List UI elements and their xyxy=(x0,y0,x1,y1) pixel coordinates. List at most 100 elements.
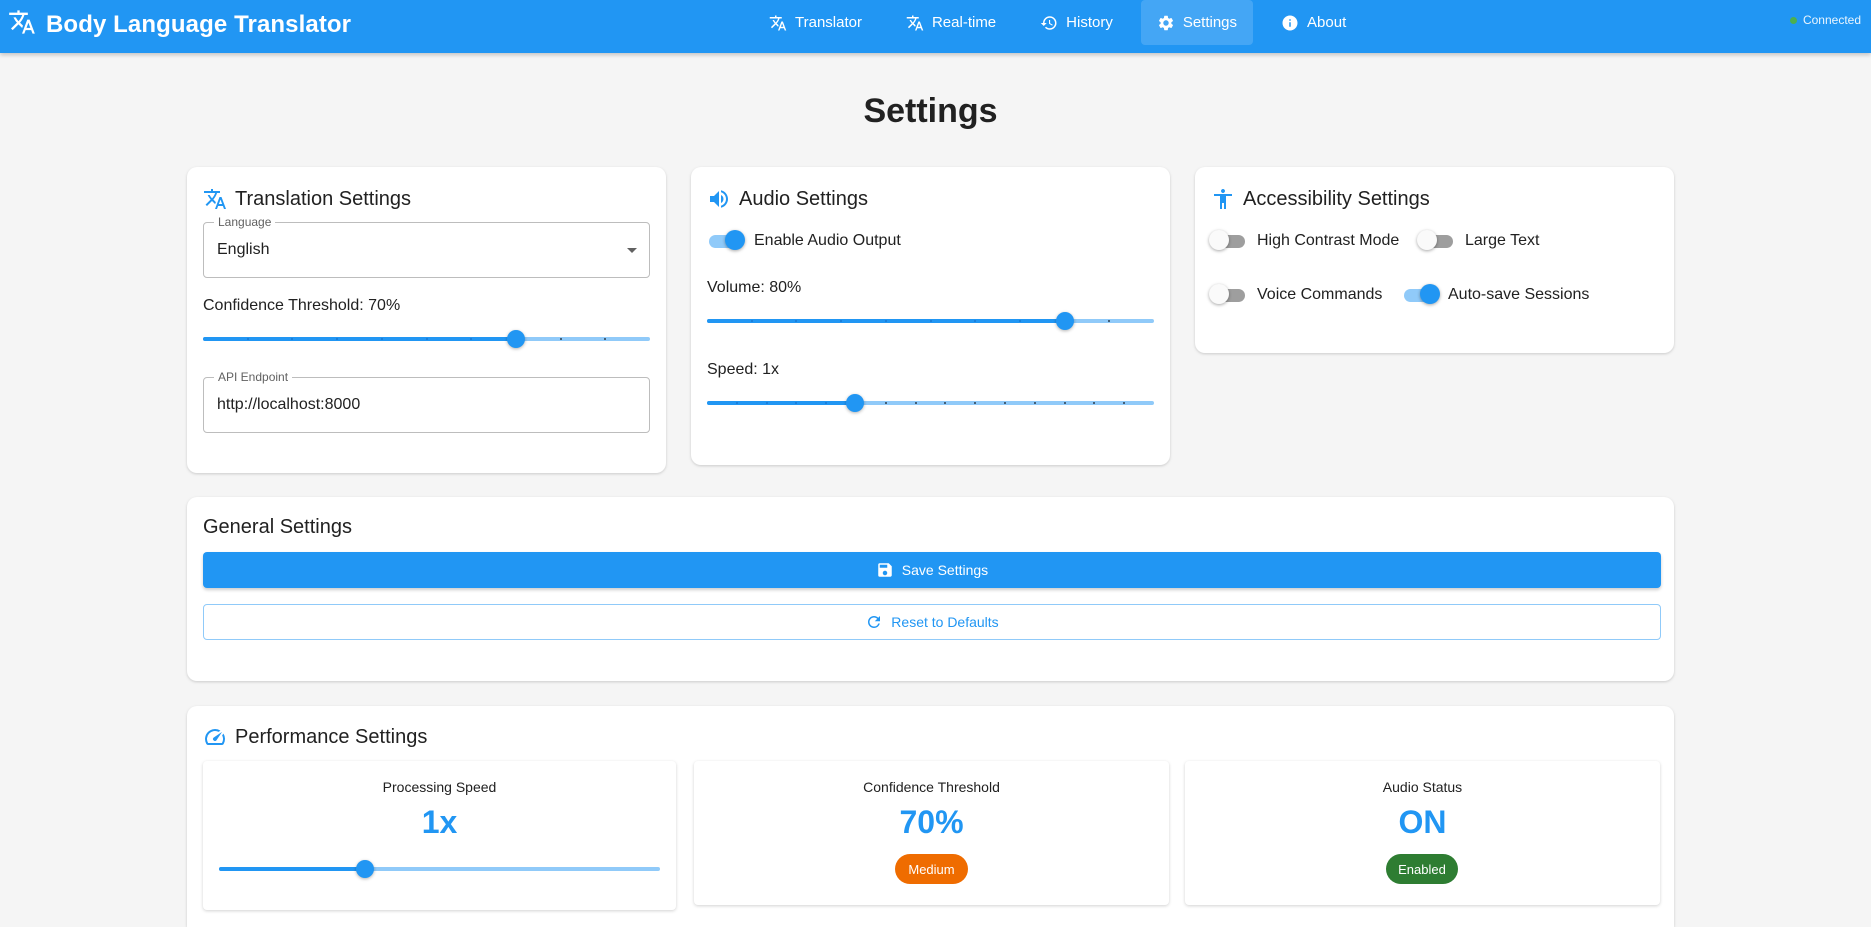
high-contrast-label: High Contrast Mode xyxy=(1257,232,1400,249)
confidence-threshold-title: Confidence Threshold xyxy=(863,779,1000,795)
translation-settings-heading: Translation Settings xyxy=(203,187,411,211)
slider-thumb[interactable] xyxy=(846,394,864,412)
slider-thumb[interactable] xyxy=(356,860,374,878)
refresh-icon xyxy=(868,616,881,628)
audio-settings-title: Audio Settings xyxy=(739,187,868,210)
confidence-threshold-label: Confidence Threshold: 70% xyxy=(203,297,401,314)
general-settings-title: General Settings xyxy=(203,516,352,538)
slider-tick xyxy=(247,338,249,340)
volume-icon xyxy=(710,190,728,208)
voice-commands-label: Voice Commands xyxy=(1257,286,1383,303)
slider-tick xyxy=(1123,402,1125,404)
api-endpoint-value: http://localhost:8000 xyxy=(217,396,361,413)
audio-settings-card: Audio Settings Enable Audio Output Volum… xyxy=(691,167,1170,465)
gear-icon xyxy=(1158,15,1173,30)
speed-slider[interactable] xyxy=(707,393,1154,413)
app-bar: Body Language Translator Translator Real… xyxy=(0,0,1871,53)
slider-tick xyxy=(381,338,383,340)
connection-status-label: Connected xyxy=(1802,13,1861,27)
general-settings-card: General Settings Save Settings Reset to … xyxy=(187,497,1674,681)
save-settings-button[interactable]: Save Settings xyxy=(203,552,1661,588)
audio-status-title: Audio Status xyxy=(1382,779,1463,795)
processing-speed-title: Processing Speed xyxy=(382,779,497,795)
slider-tick xyxy=(795,402,797,404)
nav-about-label: About xyxy=(1307,14,1347,31)
volume-slider[interactable] xyxy=(707,311,1154,331)
info-icon xyxy=(1282,15,1298,30)
general-settings-heading: General Settings xyxy=(203,516,352,539)
processing-speed-card: Processing Speed 1x xyxy=(203,761,676,910)
slider-tick xyxy=(974,320,976,322)
accessibility-settings-card: Accessibility Settings High Contrast Mod… xyxy=(1195,167,1674,353)
nav-translator-label: Translator xyxy=(795,14,862,31)
accessibility-settings-title: Accessibility Settings xyxy=(1243,187,1430,210)
confidence-level-chip: Medium xyxy=(895,854,968,884)
slider-tick xyxy=(736,402,738,404)
nav-translator[interactable]: Translator xyxy=(753,0,878,45)
save-settings-label: Save Settings xyxy=(901,562,989,578)
confidence-threshold-value: 70% xyxy=(899,804,964,840)
slider-thumb[interactable] xyxy=(507,330,525,348)
translate-icon xyxy=(204,189,226,209)
nav-realtime[interactable]: Real-time xyxy=(890,0,1012,45)
nav-realtime-label: Real-time xyxy=(931,14,997,31)
brand[interactable]: Body Language Translator xyxy=(8,8,351,41)
status-dot-icon xyxy=(1789,16,1797,24)
slider-tick xyxy=(1093,402,1095,404)
app-title: Body Language Translator xyxy=(46,10,352,38)
translation-settings-card: Translation Settings Language English Co… xyxy=(187,167,666,473)
slider-tick xyxy=(1004,402,1006,404)
accessibility-icon xyxy=(1214,189,1232,209)
language-select[interactable]: Language English xyxy=(203,215,650,278)
high-contrast-switch[interactable] xyxy=(1209,230,1247,252)
autosave-label: Auto-save Sessions xyxy=(1448,286,1590,303)
reset-defaults-button[interactable]: Reset to Defaults xyxy=(203,604,1661,640)
confidence-threshold-slider[interactable] xyxy=(203,329,650,349)
confidence-threshold-card: Confidence Threshold 70% Medium xyxy=(694,761,1169,905)
enable-audio-switch[interactable] xyxy=(707,230,745,252)
voice-commands-switch[interactable] xyxy=(1209,284,1247,306)
slider-tick xyxy=(426,338,428,340)
api-endpoint-field[interactable]: API Endpoint http://localhost:8000 xyxy=(203,370,650,433)
enable-audio-label: Enable Audio Output xyxy=(754,232,901,249)
slider-tick xyxy=(766,402,768,404)
translate-icon xyxy=(906,15,924,30)
nav-history[interactable]: History xyxy=(1024,0,1129,45)
main-nav: Translator Real-time History Settings Ab… xyxy=(753,0,1374,45)
audio-status-card: Audio Status ON Enabled xyxy=(1185,761,1660,905)
language-value: English xyxy=(217,241,270,258)
save-icon xyxy=(878,563,892,577)
large-text-switch[interactable] xyxy=(1417,230,1455,252)
slider-tick xyxy=(1034,402,1036,404)
performance-settings-title: Performance Settings xyxy=(235,725,428,748)
translate-icon xyxy=(769,15,787,30)
nav-about[interactable]: About xyxy=(1265,0,1362,45)
nav-settings-label: Settings xyxy=(1182,14,1238,31)
audio-settings-heading: Audio Settings xyxy=(707,187,868,211)
slider-tick xyxy=(915,402,917,404)
autosave-switch[interactable] xyxy=(1402,284,1440,306)
audio-status-chip: Enabled xyxy=(1386,854,1458,884)
slider-tick xyxy=(930,320,932,322)
reset-defaults-label: Reset to Defaults xyxy=(891,614,999,630)
connection-status: Connected xyxy=(1789,13,1861,27)
language-label: Language xyxy=(214,215,276,229)
large-text-label: Large Text xyxy=(1465,232,1540,249)
nav-settings[interactable]: Settings xyxy=(1140,0,1254,45)
history-icon xyxy=(1040,15,1057,30)
speedometer-icon xyxy=(205,729,225,745)
api-endpoint-label: API Endpoint xyxy=(214,370,293,384)
processing-speed-slider[interactable] xyxy=(219,859,660,879)
translate-icon xyxy=(8,8,36,41)
slider-tick xyxy=(825,402,827,404)
performance-settings-heading: Performance Settings xyxy=(203,725,427,749)
slider-tick xyxy=(1019,320,1021,322)
nav-history-label: History xyxy=(1066,14,1113,31)
caret-down-icon xyxy=(627,248,637,253)
audio-status-value: ON xyxy=(1398,804,1447,840)
slider-tick xyxy=(974,402,976,404)
slider-tick xyxy=(1108,320,1110,322)
slider-thumb[interactable] xyxy=(1056,312,1074,330)
slider-tick xyxy=(470,338,472,340)
slider-tick xyxy=(604,338,606,340)
